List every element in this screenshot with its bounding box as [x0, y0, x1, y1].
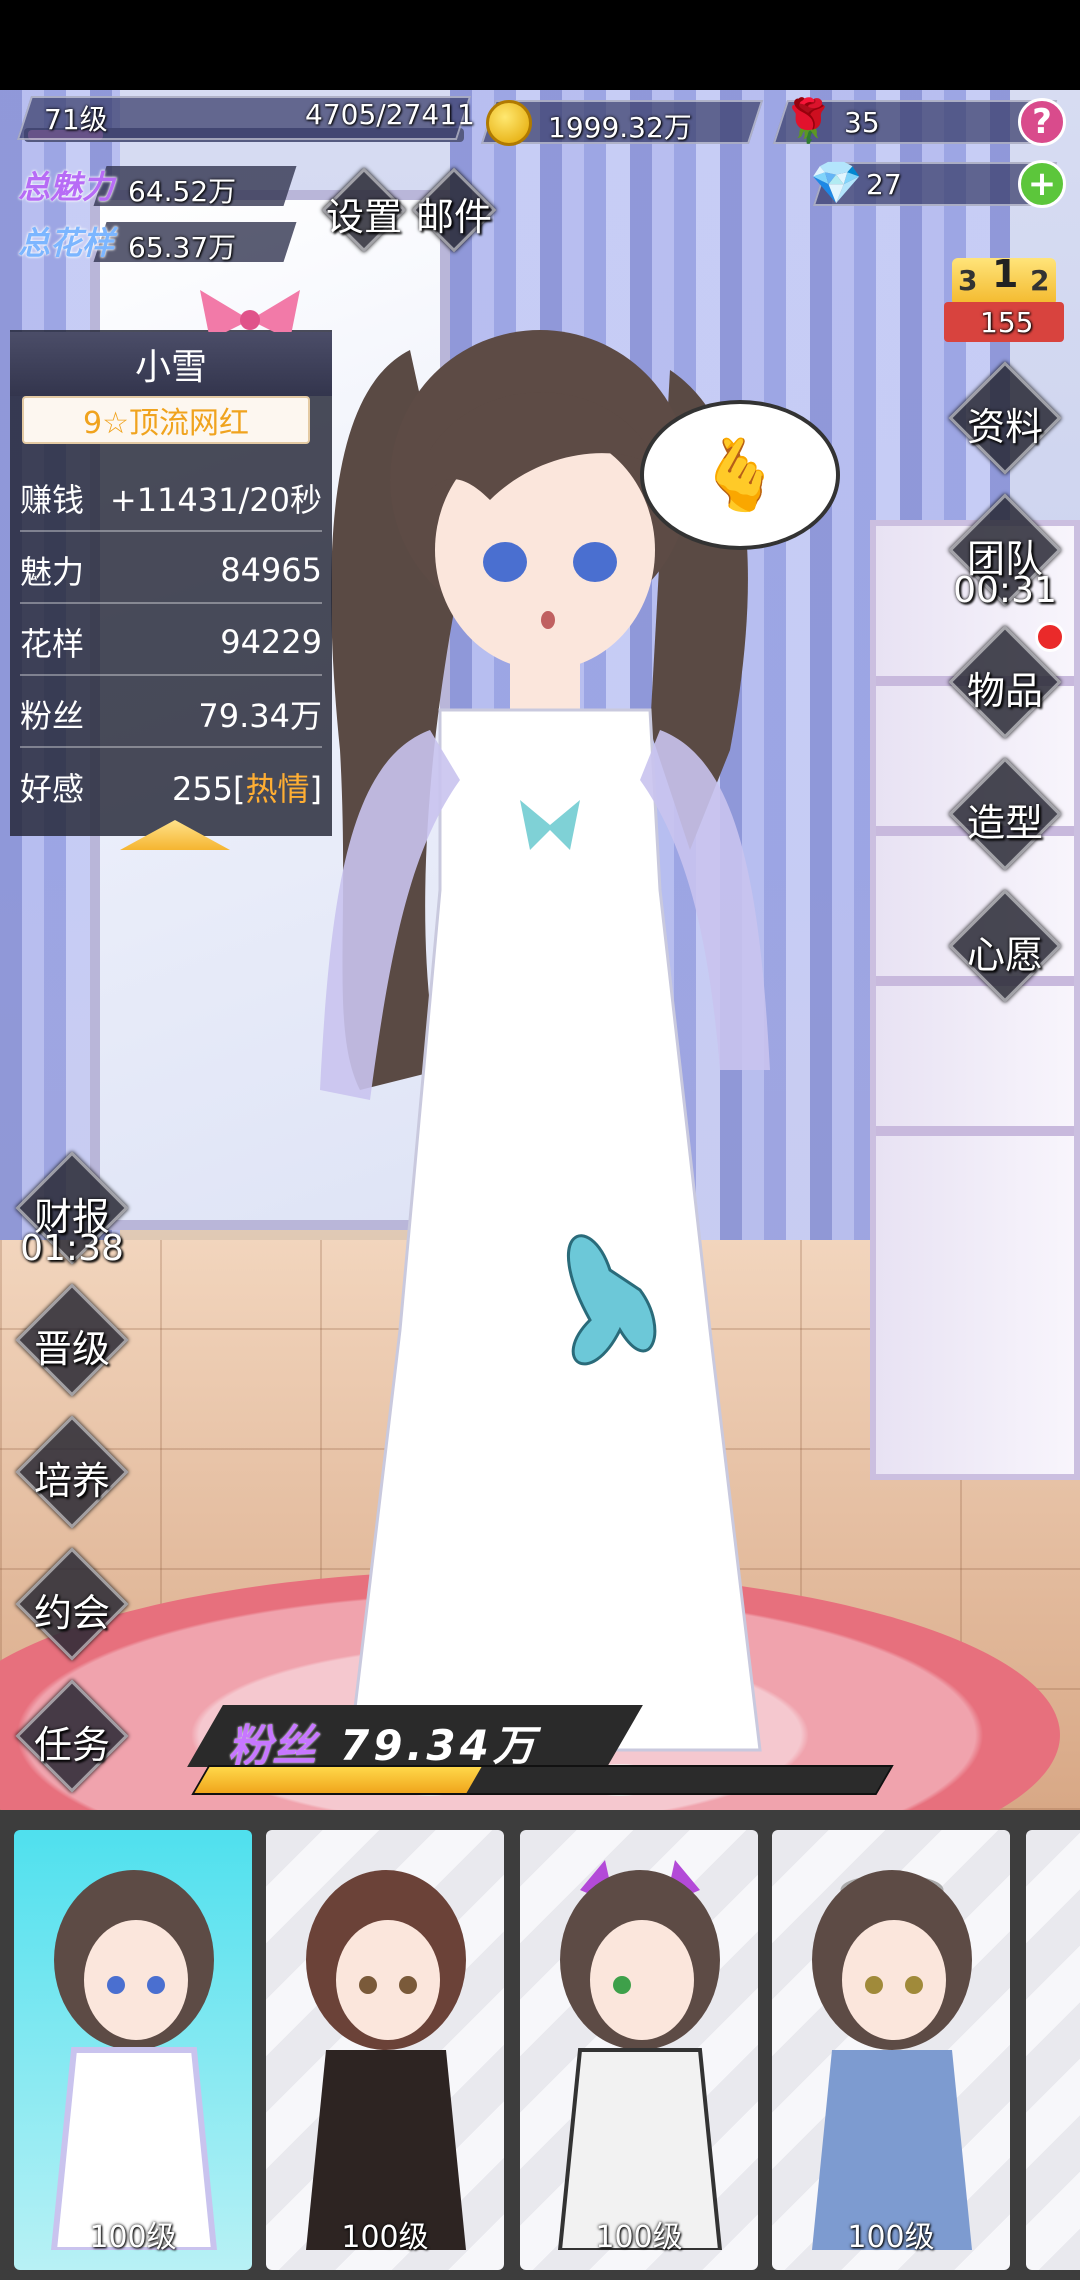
- roster-slot-2[interactable]: 100级: [266, 1830, 504, 2270]
- card-collapse-button[interactable]: [100, 820, 250, 860]
- rank-third: 3: [958, 264, 978, 297]
- stat-row-fans: 粉丝 79.34万: [20, 682, 322, 748]
- styling-button[interactable]: 造型: [948, 757, 1062, 871]
- roster-slot-5-partial[interactable]: [1026, 1830, 1080, 2270]
- affinity-tag: 热情: [245, 770, 310, 808]
- rank-second: 2: [1030, 264, 1050, 297]
- total-charm-value: 64.52万: [128, 175, 237, 208]
- date-button[interactable]: 约会: [15, 1547, 129, 1661]
- help-icon[interactable]: ?: [1018, 98, 1066, 146]
- stat-row-earnings: 赚钱 +11431/20秒: [20, 466, 322, 532]
- total-style-label: 总花样: [18, 224, 115, 262]
- roster-level: 100级: [89, 2220, 177, 2255]
- profile-button[interactable]: 资料: [948, 361, 1062, 475]
- rose-amount: 35: [844, 106, 880, 139]
- character-illustration[interactable]: [290, 330, 810, 1810]
- items-button[interactable]: 物品: [948, 625, 1062, 739]
- roster-level: 100级: [595, 2220, 683, 2255]
- add-diamond-icon[interactable]: +: [1018, 160, 1066, 208]
- diamond-icon: 💎: [810, 158, 863, 207]
- coin-amount: 1999.32万: [548, 111, 692, 144]
- fans-progress-bar: [191, 1765, 894, 1795]
- total-charm-label: 总魅力: [18, 168, 115, 206]
- tasks-button[interactable]: 任务: [15, 1679, 129, 1793]
- finance-timer: 01:38: [20, 1228, 124, 1269]
- diamond-amount: 27: [866, 168, 902, 201]
- promote-button[interactable]: 晋级: [15, 1283, 129, 1397]
- team-timer: 00:31: [953, 570, 1057, 611]
- mail-button[interactable]: 邮件: [404, 160, 504, 260]
- wish-button[interactable]: 心愿: [948, 889, 1062, 1003]
- roster-slot-3[interactable]: 100级: [520, 1830, 758, 2270]
- character-roster: 100级 100级 100级 100级: [0, 1810, 1080, 2280]
- stat-row-charm: 魅力 84965: [20, 538, 322, 604]
- roster-level: 100级: [847, 2220, 935, 2255]
- stat-row-affinity: 好感 255[热情]: [20, 770, 322, 808]
- rose-icon: 🌹: [782, 96, 835, 145]
- stat-row-style: 花样 94229: [20, 610, 322, 676]
- total-style-value: 65.37万: [128, 231, 237, 264]
- heart-gesture-bubble: 🫰: [640, 400, 840, 550]
- fans-value: 79.34万: [340, 1721, 539, 1770]
- player-exp: 4705/27411: [305, 98, 475, 131]
- game-screen: 🫰 71级 4705/27411 1999.32万 🌹 35 ? 💎 27 + …: [0, 0, 1080, 2280]
- rank-first: 1: [992, 252, 1019, 296]
- rank-value: 155: [980, 306, 1034, 339]
- character-name: 小雪: [10, 332, 332, 396]
- rank-podium-button[interactable]: 3 1 2 155: [944, 246, 1064, 346]
- player-level: 71级: [44, 103, 108, 136]
- fans-progress-fill: [194, 1767, 482, 1793]
- coin-icon: [486, 100, 532, 146]
- roster-slot-1[interactable]: 100级: [14, 1830, 252, 2270]
- finance-report-button[interactable]: 财报 01:38: [15, 1151, 129, 1269]
- team-button[interactable]: 团队 00:31: [948, 493, 1062, 611]
- roster-slot-4[interactable]: 100级: [772, 1830, 1010, 2270]
- train-button[interactable]: 培养: [15, 1415, 129, 1529]
- roster-level: 100级: [341, 2220, 429, 2255]
- character-title: 9☆顶流网红: [22, 396, 310, 444]
